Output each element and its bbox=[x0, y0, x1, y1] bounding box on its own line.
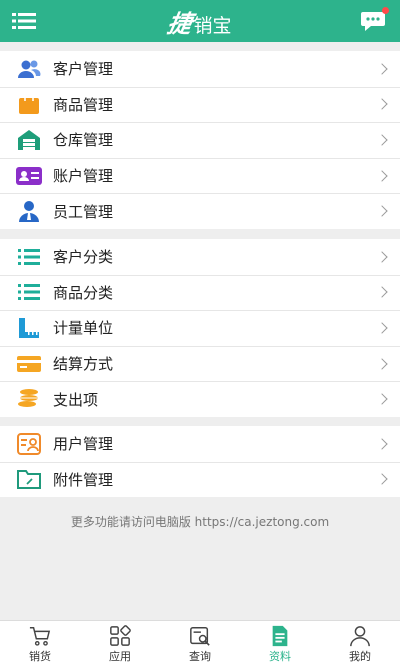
menu-item-measurement-unit[interactable]: 计量单位 bbox=[0, 310, 400, 346]
bottom-tab-bar: 销货 应用 查询 资料 我的 bbox=[0, 620, 400, 666]
tab-apps[interactable]: 应用 bbox=[80, 621, 160, 666]
chevron-right-icon bbox=[376, 438, 388, 450]
menu-item-account-management[interactable]: 账户管理 bbox=[0, 157, 400, 194]
warehouse-icon bbox=[16, 128, 42, 152]
apps-grid-icon bbox=[110, 625, 131, 646]
account-card-icon bbox=[16, 164, 42, 188]
menu-item-label: 客户管理 bbox=[53, 60, 114, 79]
menu-item-label: 支出项 bbox=[53, 390, 99, 409]
chevron-right-icon bbox=[376, 286, 388, 299]
coins-icon bbox=[16, 387, 42, 411]
tab-label: 我的 bbox=[349, 650, 371, 663]
menu-item-label: 员工管理 bbox=[53, 202, 114, 221]
customers-icon bbox=[16, 57, 42, 81]
menu-group-system: 用户管理 附件管理 bbox=[0, 426, 400, 498]
menu-item-product-category[interactable]: 商品分类 bbox=[0, 274, 400, 311]
chevron-right-icon bbox=[376, 134, 388, 146]
folder-icon bbox=[16, 467, 42, 491]
card-icon bbox=[16, 352, 42, 376]
menu-item-label: 商品分类 bbox=[53, 283, 114, 302]
menu-item-label: 用户管理 bbox=[53, 435, 114, 454]
menu-item-expense-item[interactable]: 支出项 bbox=[0, 381, 400, 417]
chevron-right-icon bbox=[376, 322, 388, 334]
menu-item-employee-management[interactable]: 员工管理 bbox=[0, 193, 400, 229]
chevron-right-icon bbox=[376, 393, 388, 405]
shopping-bag-icon bbox=[16, 92, 42, 116]
cart-icon bbox=[29, 627, 51, 646]
ruler-icon bbox=[16, 316, 42, 340]
chevron-right-icon bbox=[376, 205, 388, 217]
tab-label: 查询 bbox=[189, 650, 211, 663]
search-doc-icon bbox=[190, 627, 210, 646]
tab-sales[interactable]: 销货 bbox=[0, 621, 80, 666]
menu-item-label: 附件管理 bbox=[53, 470, 114, 489]
tab-label: 销货 bbox=[29, 650, 51, 663]
chevron-right-icon bbox=[376, 251, 388, 263]
menu-item-settlement-method[interactable]: 结算方式 bbox=[0, 345, 400, 382]
app-logo: 捷 销宝 bbox=[165, 4, 232, 39]
menu-item-label: 客户分类 bbox=[53, 248, 114, 267]
menu-item-label: 账户管理 bbox=[53, 167, 114, 186]
menu-item-customer-management[interactable]: 客户管理 bbox=[0, 51, 400, 87]
chevron-right-icon bbox=[376, 473, 388, 486]
user-profile-icon bbox=[16, 432, 42, 456]
chevron-right-icon bbox=[376, 169, 388, 182]
chevron-right-icon bbox=[376, 357, 388, 370]
tab-data[interactable]: 资料 bbox=[240, 621, 320, 666]
menu-icon[interactable] bbox=[12, 11, 36, 31]
menu-item-user-management[interactable]: 用户管理 bbox=[0, 426, 400, 462]
notification-dot bbox=[382, 7, 389, 14]
menu-group-basic: 客户管理 商品管理 仓库管理 账户管理 员工管理 bbox=[0, 51, 400, 229]
menu-group-settings: 客户分类 商品分类 计量单位 结算方式 支出项 bbox=[0, 239, 400, 417]
person-icon bbox=[350, 626, 370, 647]
menu-item-label: 仓库管理 bbox=[53, 131, 114, 150]
logo-text: 销宝 bbox=[193, 14, 232, 37]
menu-item-product-management[interactable]: 商品管理 bbox=[0, 86, 400, 123]
desktop-version-note: 更多功能请访问电脑版 https://ca.jeztong.com bbox=[70, 515, 330, 529]
list-icon bbox=[16, 280, 42, 304]
tab-query[interactable]: 查询 bbox=[160, 621, 240, 666]
menu-item-label: 结算方式 bbox=[53, 355, 114, 374]
tab-label: 资料 bbox=[269, 650, 291, 663]
chat-bubble-icon[interactable] bbox=[360, 7, 389, 32]
chevron-right-icon bbox=[376, 98, 388, 111]
menu-item-attachment-management[interactable]: 附件管理 bbox=[0, 461, 400, 498]
document-icon bbox=[272, 625, 288, 647]
employee-icon bbox=[16, 199, 42, 223]
menu-item-label: 计量单位 bbox=[53, 319, 114, 338]
logo-mark: 捷 bbox=[165, 8, 195, 38]
list-icon bbox=[16, 245, 42, 269]
menu-item-label: 商品管理 bbox=[53, 95, 114, 114]
menu-item-customer-category[interactable]: 客户分类 bbox=[0, 239, 400, 275]
chevron-right-icon bbox=[376, 63, 388, 75]
tab-mine[interactable]: 我的 bbox=[320, 621, 400, 666]
menu-item-warehouse-management[interactable]: 仓库管理 bbox=[0, 122, 400, 158]
tab-label: 应用 bbox=[109, 650, 131, 663]
app-header: 捷 销宝 bbox=[0, 0, 400, 42]
